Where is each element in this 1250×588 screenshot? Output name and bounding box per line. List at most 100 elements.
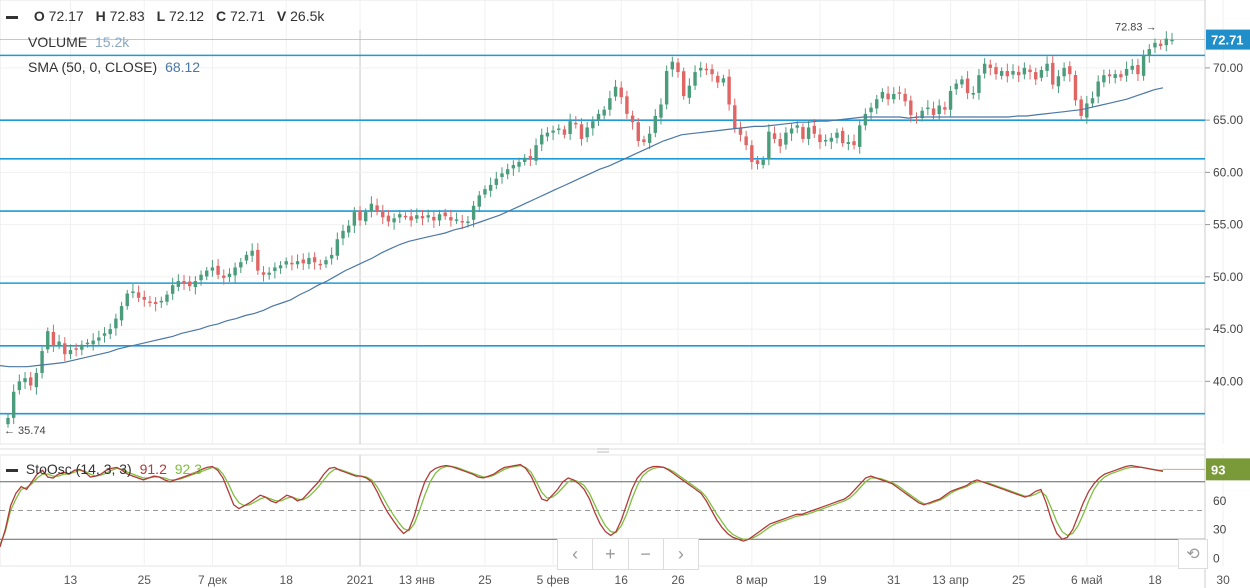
candle-body	[1102, 75, 1106, 83]
candle-body	[744, 136, 748, 146]
x-tick-label: 7 дек	[198, 573, 228, 587]
high-label: H	[95, 8, 106, 24]
candle-body	[51, 332, 56, 346]
candle-body	[494, 178, 499, 185]
candle-body	[210, 267, 215, 271]
candle-body	[1107, 74, 1112, 77]
x-tick-label: 2021	[347, 573, 374, 587]
candle-body	[647, 133, 652, 143]
candle-body	[909, 100, 913, 115]
candle-body	[926, 107, 930, 110]
candle-body	[153, 301, 158, 305]
candle-body	[960, 79, 964, 85]
x-tick-label: 30	[1216, 573, 1230, 587]
candle-body	[403, 215, 408, 218]
candle-body	[148, 301, 152, 304]
x-tick-label: 5 фев	[537, 573, 570, 587]
candle-body	[182, 281, 186, 284]
price-tick-label: 45.00	[1213, 322, 1243, 336]
zoom-in-button[interactable]: +	[593, 539, 629, 569]
candle-body	[1164, 38, 1169, 46]
candle-body	[789, 128, 794, 134]
candle-body	[801, 127, 805, 139]
candle-body	[369, 203, 374, 212]
stoch-legend[interactable]: StoOsc (14, 3, 3) 91.2 92.3	[6, 461, 202, 477]
candle-body	[687, 85, 692, 98]
x-tick-label: 26	[671, 573, 685, 587]
candle-body	[948, 90, 953, 110]
candle-body	[664, 71, 669, 105]
candle-body	[335, 239, 340, 256]
candle-body	[415, 215, 419, 219]
candle-body	[74, 348, 78, 350]
candle-body	[557, 128, 561, 130]
price-tick-label: 55.00	[1213, 218, 1243, 232]
chart-navigation-toolbar: ‹ + − ›	[557, 538, 699, 570]
stoch-collapse-icon[interactable]	[6, 468, 18, 472]
candle-body	[46, 331, 50, 350]
volume-short-value: 26.5k	[290, 8, 325, 24]
candle-body	[517, 161, 521, 167]
candle-body	[142, 296, 146, 300]
candle-body	[6, 417, 10, 425]
candle-body	[852, 141, 856, 146]
candle-body	[97, 337, 101, 341]
candle-body	[57, 341, 61, 345]
stoch-tick-label: 30	[1213, 523, 1227, 537]
scroll-left-button[interactable]: ‹	[558, 539, 594, 569]
candle-body	[716, 75, 720, 83]
candle-body	[784, 132, 788, 145]
sma-legend[interactable]: SMA (50, 0, CLOSE) 68.12	[28, 59, 200, 75]
candle-body	[244, 254, 249, 261]
chart-canvas[interactable]: 13 25 7 дек 18 2021 13 янв 25 5 фев 16 26 8 мар 19 3…	[0, 0, 1250, 588]
max-price-annotation: 72.83 →	[1115, 21, 1157, 33]
candle-body	[392, 218, 396, 223]
candle-body	[40, 351, 44, 373]
candle-body	[426, 215, 430, 218]
candle-body	[1051, 62, 1055, 85]
candle-body	[1039, 69, 1044, 78]
candle-body	[818, 134, 822, 143]
candle-body	[454, 219, 459, 221]
volume-label: VOLUME	[28, 34, 88, 50]
candle-body	[795, 125, 799, 128]
candle-body	[1136, 64, 1140, 75]
candle-body	[386, 215, 391, 222]
zoom-out-button[interactable]: −	[629, 539, 664, 569]
candle-body	[108, 329, 112, 335]
stoch-label: StoOsc (14, 3, 3)	[25, 461, 132, 477]
candle-body	[227, 273, 232, 278]
price-tick-label: 70.00	[1213, 61, 1243, 75]
candle-body	[500, 173, 504, 177]
stoch-tick-label: 0	[1213, 551, 1220, 565]
legend-collapse-icon[interactable]	[6, 15, 18, 19]
high-value: 72.83	[109, 8, 145, 24]
horizontal-lines	[0, 39, 1205, 415]
price-tick-label: 40.00	[1213, 374, 1243, 388]
candle-body	[840, 131, 845, 144]
scroll-right-button[interactable]: ›	[664, 539, 698, 569]
candle-body	[545, 132, 550, 137]
candle-body	[91, 340, 95, 345]
candle-body	[574, 122, 578, 125]
candle-body	[1005, 71, 1010, 77]
candle-body	[1028, 69, 1032, 73]
candle-body	[1158, 43, 1163, 46]
candle-body	[131, 291, 135, 293]
candle-body	[954, 83, 958, 90]
candle-body	[858, 125, 862, 147]
candle-body	[528, 156, 533, 160]
candle-body	[437, 214, 442, 221]
candle-body	[806, 127, 811, 139]
candle-body	[256, 249, 260, 271]
candle-body	[1124, 68, 1129, 76]
candle-body	[301, 259, 305, 264]
candle-body	[170, 285, 175, 294]
candle-body	[653, 115, 658, 133]
stoch-d-line	[0, 464, 1163, 546]
candle-body	[591, 121, 595, 129]
candle-body	[23, 378, 27, 383]
volume-legend[interactable]: VOLUME 15.2k	[28, 34, 129, 50]
reset-view-button[interactable]: ⟲	[1178, 539, 1208, 569]
candle-body	[1068, 66, 1072, 75]
